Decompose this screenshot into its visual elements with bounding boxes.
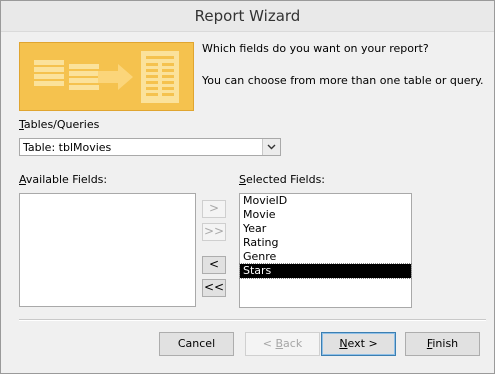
available-fields-label: Available Fields: <box>19 173 107 186</box>
add-all-fields-button[interactable]: >> <box>202 223 226 241</box>
selected-fields-label: Selected Fields: <box>239 173 325 186</box>
wizard-content: Which fields do you want on your report?… <box>9 32 486 365</box>
list-item[interactable]: Year <box>240 222 411 236</box>
selected-fields-label-text: elected Fields: <box>245 173 326 186</box>
report-wizard-window: Report Wizard Which fields do you want o… <box>0 0 495 374</box>
finish-button[interactable]: Finish <box>405 332 480 356</box>
tables-queries-label-text: ables/Queries <box>23 118 100 131</box>
list-item[interactable]: Movie <box>240 208 411 222</box>
available-fields-label-accel: A <box>19 173 26 186</box>
footer-divider <box>19 319 486 321</box>
remove-field-button[interactable]: < <box>202 256 226 274</box>
selected-fields-list[interactable]: MovieID Movie Year Rating Genre Stars <box>239 193 412 308</box>
list-item-selected[interactable]: Stars <box>239 263 412 279</box>
next-button-accel: N <box>339 337 348 350</box>
report-wizard-graphic-icon <box>19 42 194 111</box>
tables-queries-label: Tables/Queries <box>19 118 99 131</box>
back-button-accel: B <box>275 337 284 350</box>
back-button-label: ack <box>283 337 303 350</box>
back-button[interactable]: < Back <box>245 332 320 356</box>
chevron-down-icon[interactable] <box>262 139 280 155</box>
tables-queries-selected-value: Table: tblMovies <box>23 141 112 154</box>
selected-fields-label-accel: S <box>239 173 246 186</box>
back-button-prefix: < <box>262 337 276 350</box>
wizard-hint: You can choose from more than one table … <box>202 74 484 87</box>
available-fields-list[interactable] <box>19 193 196 307</box>
add-field-button[interactable]: > <box>202 200 226 218</box>
list-item[interactable]: MovieID <box>240 194 411 208</box>
remove-all-fields-button[interactable]: << <box>202 279 226 297</box>
cancel-button-label: Cancel <box>177 337 216 350</box>
title-bar[interactable]: Report Wizard <box>1 1 494 32</box>
list-item[interactable]: Rating <box>240 236 411 250</box>
window-title: Report Wizard <box>194 7 301 25</box>
finish-button-label: inish <box>432 337 459 350</box>
available-fields-label-text: vailable Fields: <box>25 173 108 186</box>
wizard-question: Which fields do you want on your report? <box>202 42 429 55</box>
next-button-label: ext > <box>347 337 378 350</box>
list-item[interactable]: Genre <box>240 250 411 264</box>
cancel-button[interactable]: Cancel <box>159 332 234 356</box>
next-button[interactable]: Next > <box>321 332 396 356</box>
tables-queries-combobox[interactable]: Table: tblMovies <box>19 138 281 156</box>
